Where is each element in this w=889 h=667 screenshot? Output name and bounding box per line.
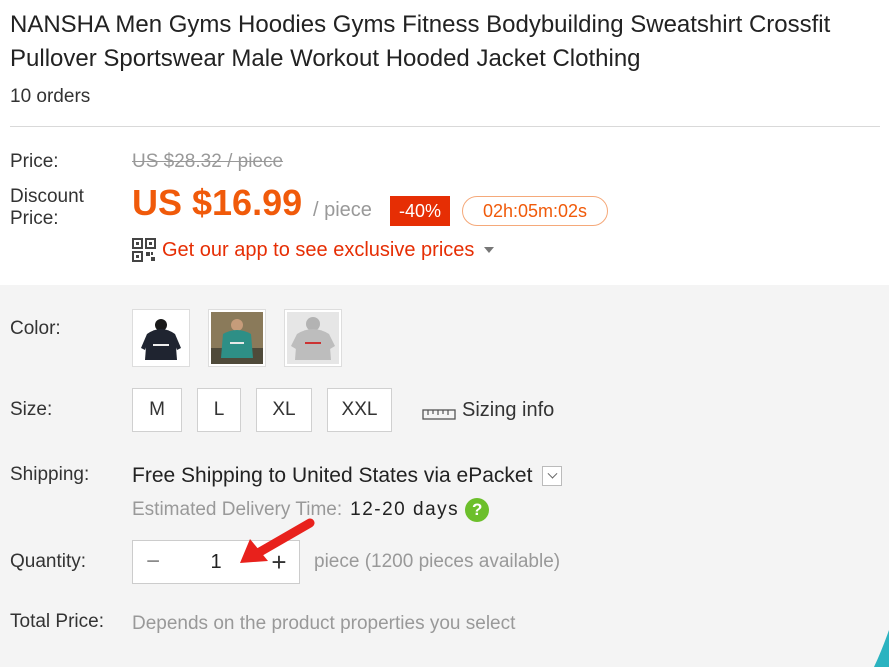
color-option-green[interactable] <box>208 309 266 367</box>
chevron-down-icon <box>484 247 495 253</box>
corner-decoration <box>874 630 889 667</box>
quantity-decrease-button[interactable]: − <box>133 541 173 583</box>
sizing-info-link[interactable]: Sizing info <box>422 399 554 422</box>
quantity-available: piece (1200 pieces available) <box>314 551 561 572</box>
color-option-gray[interactable] <box>284 309 342 367</box>
color-label: Color: <box>10 318 61 339</box>
discount-badge: -40% <box>390 196 450 226</box>
red-arrow-annotation <box>240 518 315 563</box>
discount-price-label: Discount Price: <box>10 186 84 229</box>
price-label: Price: <box>10 151 59 172</box>
total-price-text: Depends on the product properties you se… <box>132 613 516 634</box>
sizing-info-text: Sizing info <box>462 399 555 421</box>
shipping-label: Shipping: <box>10 464 90 485</box>
green-hoodie-image <box>211 312 263 364</box>
discount-price: US $16.99 <box>132 182 303 223</box>
chevron-down-icon <box>547 468 558 479</box>
gray-hoodie-image <box>287 312 339 364</box>
divider <box>10 126 880 127</box>
help-icon[interactable]: ? <box>465 498 490 522</box>
qr-code-icon <box>132 238 156 262</box>
price-unit: / piece <box>313 199 372 221</box>
size-option-m[interactable]: M <box>132 388 182 432</box>
app-promo-link[interactable]: Get our app to see exclusive prices <box>132 236 495 264</box>
size-option-xxl[interactable]: XXL <box>327 388 392 432</box>
shipping-method-prefix: Free Shipping to <box>132 464 287 487</box>
delivery-estimate-value: 12-20 days <box>350 499 460 520</box>
color-option-black[interactable] <box>132 309 190 367</box>
original-price: US $28.32 / piece <box>132 151 284 172</box>
countdown-timer: 02h:05m:02s <box>462 196 608 226</box>
size-option-xl[interactable]: XL <box>256 388 312 432</box>
ruler-icon <box>422 404 456 420</box>
total-price-label: Total Price: <box>10 611 104 632</box>
black-hoodie-image <box>135 312 187 364</box>
quantity-label: Quantity: <box>10 551 87 572</box>
product-title: NANSHA Men Gyms Hoodies Gyms Fitness Bod… <box>10 11 831 72</box>
shipping-method[interactable]: Free Shipping to United States via ePack… <box>132 464 563 488</box>
shipping-dropdown-button[interactable] <box>542 466 563 486</box>
app-promo-text: Get our app to see exclusive prices <box>162 238 475 261</box>
size-label: Size: <box>10 399 53 420</box>
order-count: 10 orders <box>10 86 91 107</box>
size-option-l[interactable]: L <box>197 388 241 432</box>
shipping-method-destination: United States via ePacket <box>291 464 533 487</box>
